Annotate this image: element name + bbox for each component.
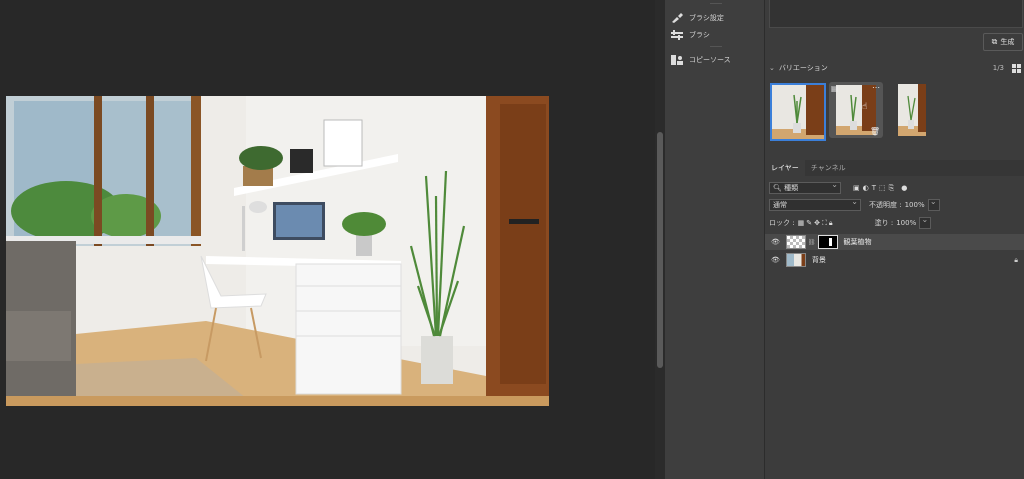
variation-thumbnail-2[interactable]: ▤ ⋯ 🗑 ☝ [829,82,883,138]
trash-icon[interactable]: 🗑 [870,127,880,136]
variations-counter: 1/3 [992,64,1004,72]
lock-icon: 🔒︎ [1014,255,1018,264]
layer-filter-row: 🔍︎ 種類 ▣ ◐ T ⬚ ⎘ ● [769,180,1021,194]
tab-channels[interactable]: チャンネル [805,160,852,176]
layers-tabs: レイヤー チャンネル [765,160,1024,176]
lock-image-icon[interactable]: ✎ [806,219,812,228]
lock-label: ロック : [769,219,795,227]
layer-filter-dropdown[interactable]: 🔍︎ 種類 [769,180,841,194]
document-canvas[interactable] [0,0,655,479]
opacity-dropdown[interactable] [927,197,940,211]
clone-source-icon [671,55,683,65]
clone-source-label: コピーソース [689,56,731,64]
adjustment-filter-icon[interactable]: ◐ [863,184,869,193]
generate-icon: ⧉ [991,37,998,46]
tab-layers[interactable]: レイヤー [765,160,805,176]
brush-item[interactable]: ブラシ [671,28,710,42]
properties-panel: ⧉ 生成 ⌄ バリエーション 1/3 ▤ ⋯ 🗑 ☝ レイヤー チャンネル 🔍︎… [765,0,1024,479]
variation-thumbnail-image [898,84,926,136]
lock-fill-row: ロック : ▦ ✎ ✥ ⛶ 🔒︎ 塗り : 100% [769,215,1021,229]
generate-button-label: 生成 [1000,38,1015,46]
smart-object-filter-icon[interactable]: ⎘ [889,184,895,193]
blend-opacity-row: 通常 不透明度 : 100% [769,197,1021,211]
generate-button[interactable]: ⧉ 生成 [983,33,1023,51]
variations-header: ⌄ バリエーション 1/3 [769,62,1021,74]
opacity-input[interactable]: 100% [905,201,925,209]
filter-toggle-icon[interactable]: ● [901,184,907,193]
prompt-input[interactable] [769,0,1023,28]
layer-row[interactable]: 👁︎ 背景 🔒︎ [765,252,1024,268]
search-icon: 🔍︎ [773,184,782,192]
canvas-vertical-scrollbar[interactable] [655,0,665,479]
blend-mode-dropdown[interactable]: 通常 [769,197,861,211]
blend-mode-value: 通常 [773,201,787,209]
layer-filter-label: 種類 [784,184,799,192]
brush-icon [671,30,683,40]
layer-row[interactable]: 👁︎ ⛓ 観葉植物 [765,234,1024,250]
info-icon[interactable]: ▤ [831,84,839,93]
shape-filter-icon[interactable]: ⬚ [879,184,886,193]
brush-label: ブラシ [689,31,710,39]
clone-source-item[interactable]: コピーソース [671,53,731,67]
opacity-label: 不透明度 : [869,201,902,209]
panel-grip[interactable] [710,3,722,4]
panel-dock-column: ブラシ設定 ブラシ コピーソース [665,0,765,479]
cursor-hand-icon: ☝ [862,102,868,112]
scrollbar-thumb[interactable] [657,132,663,368]
eye-icon[interactable]: 👁︎ [771,238,780,246]
fill-input[interactable]: 100% [896,219,916,227]
layer-thumbnail [785,235,806,249]
room-photo[interactable] [6,96,549,406]
lock-artboard-icon[interactable]: ⛶ [822,219,827,228]
grid-view-icon[interactable] [1012,63,1021,73]
type-filter-icon[interactable]: T [872,184,876,193]
layer-thumbnail [785,253,806,267]
lock-transparent-icon[interactable]: ▦ [798,219,805,228]
variation-thumbnail-3[interactable] [898,84,926,136]
eye-icon[interactable]: 👁︎ [771,256,780,264]
variation-thumbnail-image [772,85,824,139]
layer-name: 観葉植物 [843,238,872,246]
fill-dropdown[interactable] [919,215,932,229]
chevron-down-icon[interactable]: ⌄ [769,64,775,72]
lock-all-icon[interactable]: 🔒︎ [829,219,833,228]
layer-mask-thumbnail[interactable] [817,235,838,249]
link-icon[interactable]: ⛓ [808,239,816,246]
layer-name: 背景 [811,256,826,264]
fill-label: 塗り : [874,219,894,227]
panel-grip[interactable] [710,46,722,47]
more-options-icon[interactable]: ⋯ [872,83,880,92]
brush-settings-icon [672,13,683,23]
brush-settings-label: ブラシ設定 [689,14,724,22]
variation-thumbnail-1[interactable] [770,83,826,141]
brush-settings-item[interactable]: ブラシ設定 [671,11,724,25]
variations-title: バリエーション [778,64,828,72]
lock-position-icon[interactable]: ✥ [814,219,820,228]
image-filter-icon[interactable]: ▣ [853,184,860,193]
room-photo-illustration [6,96,549,406]
